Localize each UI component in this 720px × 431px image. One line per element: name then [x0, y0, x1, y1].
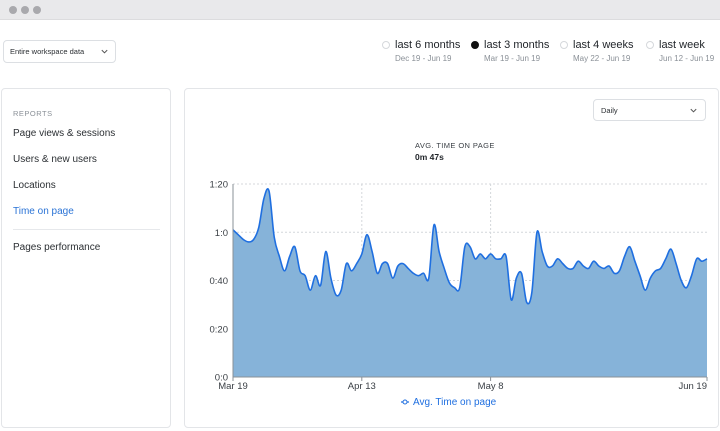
y-tick-label: 1:0 — [215, 228, 228, 239]
reports-sidebar: REPORTS Page views & sessions Users & ne… — [1, 88, 171, 428]
window-maximize-icon[interactable] — [33, 6, 41, 14]
period-range: May 22 - Jun 19 — [573, 54, 631, 63]
period-label: last 3 months — [484, 39, 550, 51]
legend-marker-icon — [402, 399, 408, 405]
chevron-down-icon — [101, 49, 108, 54]
summary-value: 0m 47s — [415, 152, 444, 162]
legend-label: Avg. Time on page — [413, 397, 497, 408]
summary-label: AVG. TIME ON PAGE — [415, 141, 495, 150]
y-tick-label: 0:40 — [210, 276, 229, 287]
period-range: Dec 19 - Jun 19 — [395, 54, 452, 63]
chart-panel: Daily AVG. TIME ON PAGE 0m 47s 0:0 0:20 0:40… — [184, 88, 719, 428]
sidebar-item-time-on-page[interactable]: Time on page — [13, 206, 74, 217]
sidebar-item-locations[interactable]: Locations — [13, 180, 56, 191]
period-radio[interactable] — [471, 41, 479, 49]
x-tick-label: Mar 19 — [218, 381, 248, 392]
x-tick-label: Apr 13 — [348, 381, 376, 392]
time-on-page-chart: AVG. TIME ON PAGE0m 47s0:00:200:401:01:2… — [210, 141, 708, 408]
sidebar-heading: REPORTS — [13, 109, 53, 118]
period-radio[interactable] — [560, 41, 568, 49]
window-minimize-icon[interactable] — [21, 6, 29, 14]
period-radio[interactable] — [646, 41, 654, 49]
period-label: last week — [659, 39, 705, 51]
period-radio[interactable] — [382, 41, 390, 49]
x-tick-label: May 8 — [478, 381, 504, 392]
series-area — [233, 188, 707, 377]
workspace-filter-select[interactable]: Entire workspace data — [3, 40, 116, 63]
sidebar-item-users[interactable]: Users & new users — [13, 154, 97, 165]
window-close-icon[interactable] — [9, 6, 17, 14]
period-range: Mar 19 - Jun 19 — [484, 54, 541, 63]
period-range: Jun 12 - Jun 19 — [659, 54, 715, 63]
y-tick-label: 1:20 — [210, 180, 229, 191]
period-label: last 4 weeks — [573, 39, 634, 51]
period-label: last 6 months — [395, 39, 461, 51]
sidebar-item-page-views[interactable]: Page views & sessions — [13, 128, 115, 139]
sidebar-divider — [13, 229, 160, 230]
x-tick-label: Jun 19 — [678, 381, 707, 392]
workspace-filter-value: Entire workspace data — [10, 47, 85, 56]
y-tick-label: 0:20 — [210, 324, 229, 335]
sidebar-item-pages-performance[interactable]: Pages performance — [13, 242, 100, 253]
window-titlebar — [0, 0, 720, 20]
